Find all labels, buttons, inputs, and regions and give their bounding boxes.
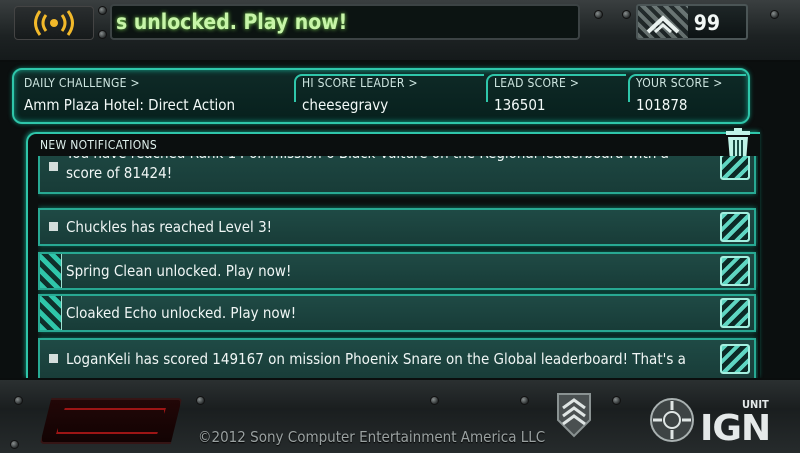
your-score-value: 101878 [636,96,688,114]
hi-score-leader-value: cheesegravy [302,96,389,114]
lead-score[interactable]: LEAD SCORE > 136501 [494,76,579,114]
player-level-box[interactable]: 99 [636,4,748,40]
hi-score-leader-label: HI SCORE LEADER > [302,76,418,90]
checkbox-icon[interactable] [720,256,750,286]
back-button[interactable] [40,398,182,444]
bullet [49,354,58,363]
notification-item[interactable]: You have reached Rank 14 on mission 6 Bl… [38,156,756,194]
notification-item[interactable]: LoganKeli has scored 149167 on mission P… [38,338,756,378]
checkbox-icon[interactable] [720,344,750,374]
notification-text: Cloaked Echo unlocked. Play now! [66,304,297,322]
daily-challenge-label: DAILY CHALLENGE > [24,76,140,90]
ticker-text: s unlocked. Play now! [116,10,348,34]
rivet [196,396,205,405]
rivet [594,10,603,19]
checkbox-icon[interactable] [720,298,750,328]
rivet [98,6,107,15]
rank-chevron-icon [646,15,680,34]
notification-ticker: s unlocked. Play now! [110,4,580,40]
bullet [49,162,58,171]
lead-score-label: LEAD SCORE > [494,76,580,90]
ign-logo: IGN [700,408,771,449]
notification-item[interactable]: Chuckles has reached Level 3! [38,208,756,246]
copyright-text: ©2012 Sony Computer Entertainment Americ… [198,428,546,446]
notification-text: Spring Clean unlocked. Play now! [66,262,292,280]
rivet [14,396,23,405]
checkbox-icon[interactable] [720,212,750,242]
rivet [622,10,631,19]
notification-item[interactable]: Spring Clean unlocked. Play now! [38,252,756,290]
daily-challenge-value: Amm Plaza Hotel: Direct Action [24,96,236,114]
hi-score-leader[interactable]: HI SCORE LEADER > cheesegravy [302,76,418,114]
checkbox-icon[interactable] [720,156,750,180]
bullet [49,222,58,231]
rank-badge-icon[interactable] [548,390,600,438]
rivet [98,30,107,39]
playstation-button-icon[interactable] [648,396,696,444]
lead-score-value: 136501 [494,96,546,114]
rivet [10,440,19,449]
unread-marker [40,254,62,288]
rivet [612,396,621,405]
notifications-header: NEW NOTIFICATIONS [40,138,158,152]
notification-list[interactable]: You have reached Rank 14 on mission 6 Bl… [38,156,758,378]
notification-text-line2: score of 81424! [66,164,173,182]
notification-text: Chuckles has reached Level 3! [66,218,273,236]
level-number: 99 [693,11,720,35]
signal-button[interactable] [14,6,94,40]
rivet [770,10,779,19]
signal-icon [34,10,74,36]
your-score-label: YOUR SCORE > [636,76,723,90]
daily-challenge[interactable]: DAILY CHALLENGE > Amm Plaza Hotel: Direc… [24,76,235,114]
notification-item[interactable]: Cloaked Echo unlocked. Play now! [38,294,756,332]
rivet [520,396,529,405]
rivet [430,396,439,405]
stats-panel: DAILY CHALLENGE > Amm Plaza Hotel: Direc… [12,68,750,124]
notification-text: LoganKeli has scored 149167 on mission P… [66,350,686,368]
unread-marker [40,296,62,330]
your-score[interactable]: YOUR SCORE > 101878 [636,76,723,114]
